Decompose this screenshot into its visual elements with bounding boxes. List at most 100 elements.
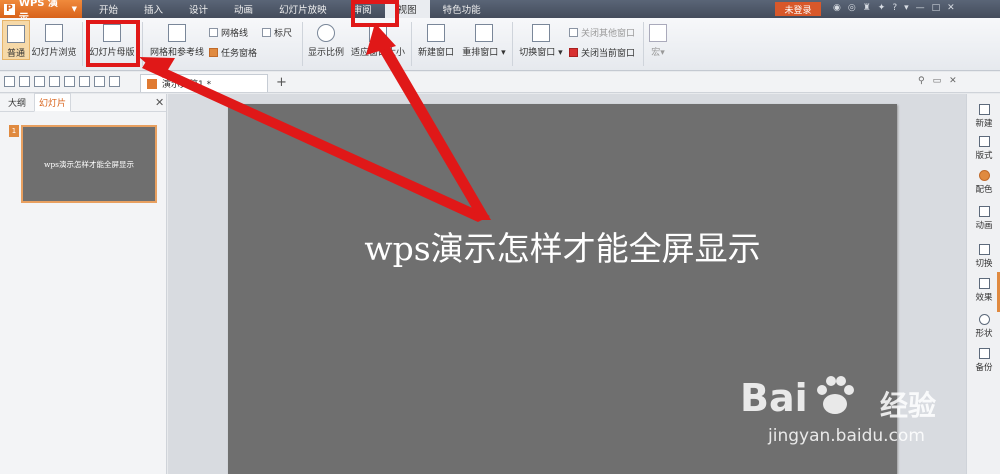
ruler-checkbox[interactable]: 标尺: [262, 26, 292, 39]
settings-icon[interactable]: ✦: [878, 3, 886, 13]
sidebar-item-label: 配色: [975, 185, 993, 195]
sidebar-item-label: 版式: [975, 151, 993, 161]
effect-icon: [978, 278, 990, 289]
macro-icon: [649, 24, 667, 42]
undo-icon[interactable]: [79, 76, 90, 87]
normal-view-button[interactable]: 普通: [2, 20, 30, 60]
close-current-icon: [569, 48, 578, 57]
gridlines-checkbox[interactable]: 网格线: [209, 26, 248, 39]
shirt-icon[interactable]: ♜: [863, 3, 871, 13]
menu-tab-slideshow[interactable]: 幻灯片放映: [266, 0, 340, 18]
panel-close-icon[interactable]: ✕: [155, 96, 164, 109]
watermark-brand-jingyan: 经验: [880, 389, 937, 422]
app-menu-button[interactable]: P WPS 演示 ▼: [0, 0, 82, 24]
quick-access-toolbar: [4, 76, 120, 87]
menu-tab-special[interactable]: 特色功能: [430, 0, 494, 18]
zoom-button[interactable]: 显示比例: [306, 20, 346, 58]
macro-button[interactable]: 宏▾: [648, 20, 668, 58]
close-other-icon: [569, 28, 578, 37]
fit-window-label: 适应窗口大小: [350, 48, 405, 58]
quick-access-row: 演示文稿1 * + ⚲ ▭ ✕: [0, 72, 1000, 93]
task-pane-checkbox[interactable]: 任务窗格: [209, 46, 257, 59]
close-current-window-button[interactable]: 关闭当前窗口: [569, 46, 635, 59]
pin-icon[interactable]: ⚲: [918, 76, 925, 86]
slide-title[interactable]: wps演示怎样才能全屏显示: [228, 222, 897, 270]
ribbon-separator: [411, 22, 412, 66]
close-icon[interactable]: ✕: [947, 3, 955, 13]
pdf-icon[interactable]: [64, 76, 75, 87]
checkbox-box: [209, 28, 218, 37]
sidebar-item-shape[interactable]: 形状: [969, 314, 999, 339]
tab-outline[interactable]: 大纲: [4, 94, 30, 111]
preview-icon[interactable]: [49, 76, 60, 87]
palette-icon: [978, 170, 990, 181]
help-icon[interactable]: ?: [892, 3, 897, 13]
sidebar-item-layout[interactable]: 版式: [969, 136, 999, 161]
menu-tab-animation[interactable]: 动画: [221, 0, 266, 18]
ribbon: 普通 幻灯片浏览 幻灯片母版 网格和参考线 网格线 标尺 任务窗格 显示比例 适…: [0, 18, 1000, 71]
task-pane-label: 任务窗格: [221, 49, 258, 59]
switch-window-icon: [532, 24, 550, 42]
presentation-file-icon: [147, 78, 157, 89]
layout-icon: [978, 136, 990, 147]
slide-number-badge: 1: [9, 125, 19, 137]
checkbox-box: [262, 28, 271, 37]
sidebar-item-label: 效果: [975, 293, 993, 303]
switch-window-button[interactable]: 切换窗口 ▾: [517, 20, 565, 58]
dropdown-icon[interactable]: ▾: [904, 3, 909, 13]
new-tab-plus-icon[interactable]: +: [276, 75, 287, 90]
normal-view-icon: [7, 25, 25, 43]
document-tab-label: 演示文稿1 *: [162, 80, 212, 90]
restore-icon[interactable]: ▭: [933, 76, 942, 86]
customize-icon[interactable]: [109, 76, 120, 87]
highlight-view-tab: [351, 0, 399, 27]
title-bar: P WPS 演示 ▼ 开始 插入 设计 动画 幻灯片放映 审阅 视图 特色功能 …: [0, 0, 1000, 24]
slide-sorter-label: 幻灯片浏览: [31, 48, 77, 58]
window-controls: ⚲ ▭ ✕: [918, 76, 957, 86]
save-icon[interactable]: [19, 76, 30, 87]
highlight-slide-master: [86, 20, 140, 67]
menu-tab-design[interactable]: 设计: [176, 0, 221, 18]
maximize-icon[interactable]: □: [932, 3, 941, 13]
close-other-windows-button[interactable]: 关闭其他窗口: [569, 26, 635, 39]
arrange-windows-button[interactable]: 重排窗口 ▾: [460, 20, 508, 58]
grid-icon: [168, 24, 186, 42]
menu-tab-home[interactable]: 开始: [86, 0, 131, 18]
shape-icon: [978, 314, 990, 325]
login-button[interactable]: 未登录: [775, 2, 821, 16]
title-icons: ◉ ◎ ♜ ✦ ? ▾ — □ ✕: [833, 3, 955, 13]
sidebar-item-color[interactable]: 配色: [969, 170, 999, 195]
ribbon-separator: [82, 22, 83, 66]
ribbon-separator: [142, 22, 143, 66]
open-icon[interactable]: [4, 76, 15, 87]
sidebar-item-transition[interactable]: 切换: [969, 244, 999, 269]
animation-icon: [978, 206, 990, 217]
magnifier-icon: [317, 24, 335, 42]
slides-panel: 大纲 幻灯片 ✕ 1 wps演示怎样才能全屏显示: [0, 93, 167, 474]
document-tab[interactable]: 演示文稿1 *: [140, 74, 268, 92]
slide-thumbnail-text: wps演示怎样才能全屏显示: [43, 159, 135, 169]
slide-thumbnail[interactable]: wps演示怎样才能全屏显示: [21, 125, 157, 203]
new-window-button[interactable]: 新建窗口: [416, 20, 456, 58]
slide-sorter-button[interactable]: 幻灯片浏览: [31, 20, 77, 58]
tab-slides[interactable]: 幻灯片: [34, 93, 72, 112]
gridlines-label: 网格线: [221, 29, 249, 39]
minimize-icon[interactable]: —: [916, 3, 925, 13]
grid-guides-button[interactable]: 网格和参考线: [148, 20, 206, 58]
sidebar-item-animation[interactable]: 动画: [969, 206, 999, 231]
switch-window-label: 切换窗口 ▾: [519, 48, 563, 58]
skin-icon[interactable]: ◉: [833, 3, 841, 13]
sidebar-item-effect[interactable]: 效果: [969, 278, 999, 303]
menu-tab-insert[interactable]: 插入: [131, 0, 176, 18]
doc-close-icon[interactable]: ✕: [949, 76, 957, 86]
redo-icon[interactable]: [94, 76, 105, 87]
sidebar-item-new[interactable]: 新建: [969, 104, 999, 129]
slide-sorter-icon: [45, 24, 63, 42]
print-icon[interactable]: [34, 76, 45, 87]
arrange-windows-label: 重排窗口 ▾: [462, 48, 506, 58]
feedback-icon[interactable]: ◎: [848, 3, 856, 13]
ribbon-separator: [512, 22, 513, 66]
watermark-url: jingyan.baidu.com: [768, 426, 925, 446]
baidu-watermark: Bai 经验 jingyan.baidu.com: [740, 370, 980, 460]
sidebar-item-label: 形状: [975, 329, 993, 339]
